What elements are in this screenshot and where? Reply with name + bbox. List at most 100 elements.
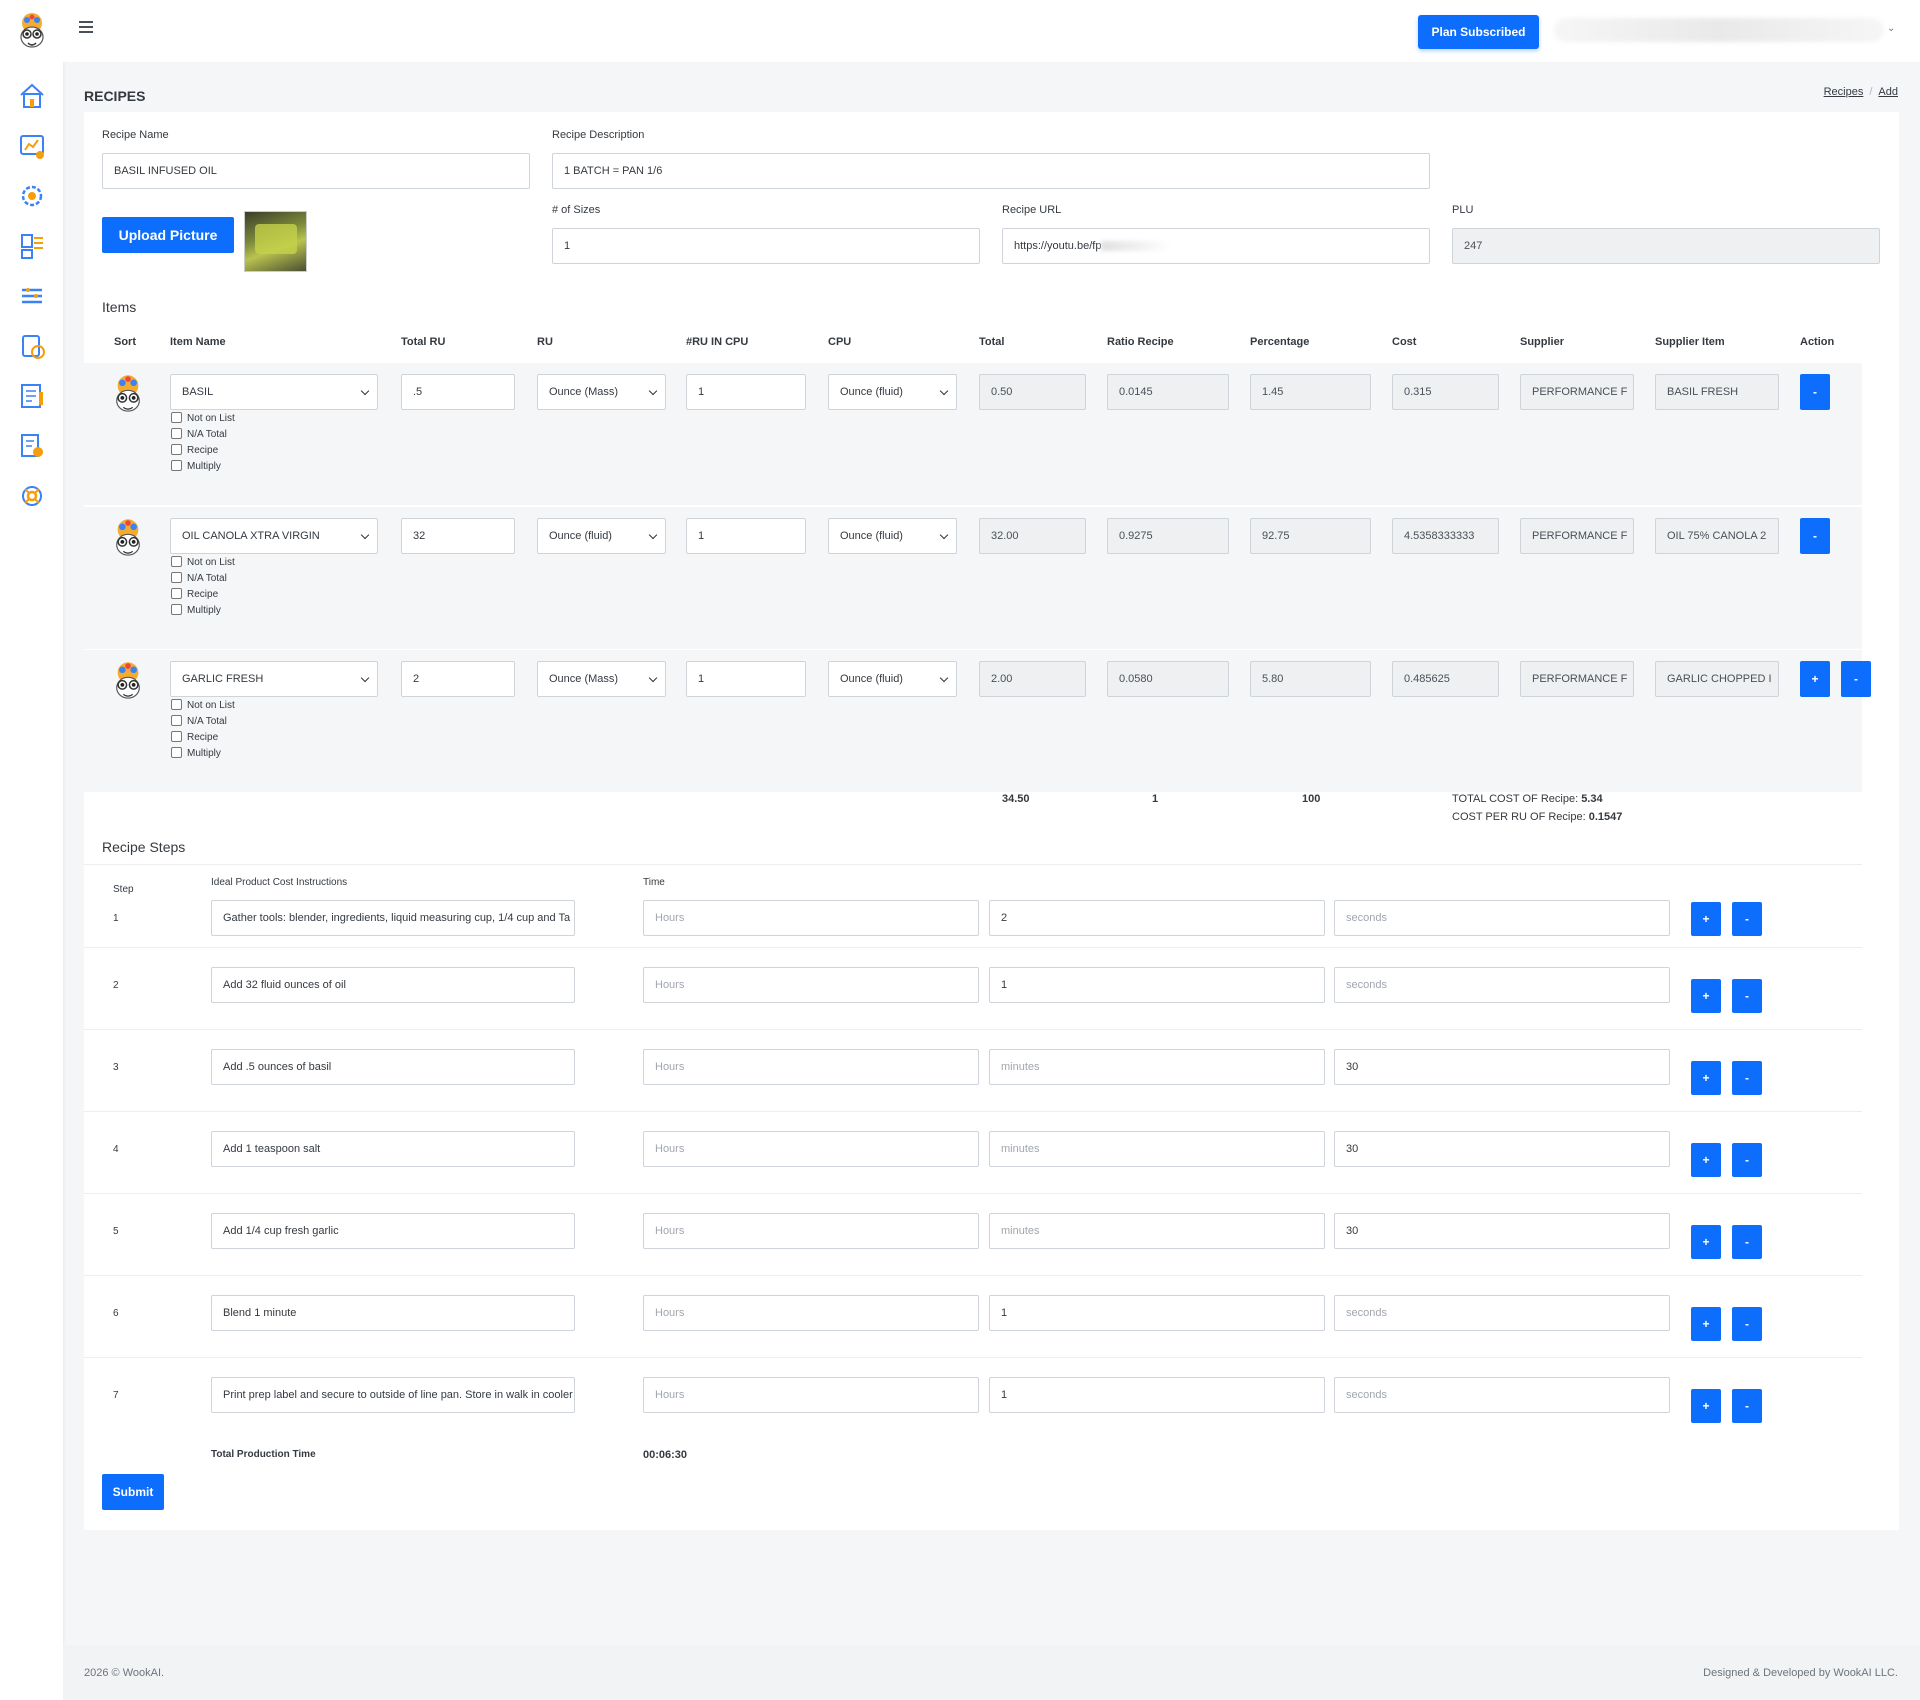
total-ru-input[interactable]: 2 xyxy=(401,661,515,697)
add-step-button[interactable]: + xyxy=(1691,902,1721,936)
minutes-input[interactable]: minutes xyxy=(989,1131,1325,1167)
minutes-input[interactable]: 1 xyxy=(989,967,1325,1003)
minutes-input[interactable]: 1 xyxy=(989,1295,1325,1331)
recipe-description-input[interactable]: 1 BATCH = PAN 1/6 xyxy=(552,153,1430,189)
total-ru-input[interactable]: .5 xyxy=(401,374,515,410)
remove-item-button[interactable]: - xyxy=(1841,661,1871,697)
add-step-button[interactable]: + xyxy=(1691,1389,1721,1423)
home-icon[interactable] xyxy=(16,80,48,112)
checkbox-icon[interactable] xyxy=(171,460,182,471)
add-step-button[interactable]: + xyxy=(1691,1061,1721,1095)
item-checkbox[interactable]: Recipe xyxy=(171,587,218,603)
ratio-recipe-field[interactable]: 0.0580 xyxy=(1107,661,1229,697)
recipes-icon[interactable] xyxy=(16,330,48,362)
upload-picture-button[interactable]: Upload Picture xyxy=(102,217,234,253)
percentage-field[interactable]: 1.45 xyxy=(1250,374,1371,410)
cost-field[interactable]: 4.5358333333 xyxy=(1392,518,1499,554)
remove-step-button[interactable]: - xyxy=(1732,1307,1762,1341)
ru-select[interactable]: Ounce (Mass) xyxy=(537,374,666,410)
settings-icon[interactable] xyxy=(16,180,48,212)
ru-in-cpu-input[interactable]: 1 xyxy=(686,661,806,697)
percentage-field[interactable]: 92.75 xyxy=(1250,518,1371,554)
cpu-select[interactable]: Ounce (fluid) xyxy=(828,374,957,410)
seconds-input[interactable]: 30 xyxy=(1334,1131,1670,1167)
checkbox-icon[interactable] xyxy=(171,604,182,615)
breadcrumb-recipes-link[interactable]: Recipes xyxy=(1824,86,1864,98)
hours-input[interactable]: Hours xyxy=(643,1049,979,1085)
supplier-item-field[interactable]: GARLIC CHOPPED I xyxy=(1655,661,1779,697)
remove-step-button[interactable]: - xyxy=(1732,1225,1762,1259)
minutes-input[interactable]: minutes xyxy=(989,1049,1325,1085)
checkbox-icon[interactable] xyxy=(171,747,182,758)
ru-select[interactable]: Ounce (fluid) xyxy=(537,518,666,554)
cost-field[interactable]: 0.485625 xyxy=(1392,661,1499,697)
item-name-select[interactable]: GARLIC FRESH xyxy=(170,661,378,697)
remove-step-button[interactable]: - xyxy=(1732,979,1762,1013)
step-instructions-input[interactable]: Add 32 fluid ounces of oil xyxy=(211,967,575,1003)
hours-input[interactable]: Hours xyxy=(643,967,979,1003)
add-step-button[interactable]: + xyxy=(1691,1307,1721,1341)
hamburger-menu-icon[interactable] xyxy=(79,21,93,33)
seconds-input[interactable]: seconds xyxy=(1334,900,1670,936)
hours-input[interactable]: Hours xyxy=(643,1131,979,1167)
breadcrumb-add-link[interactable]: Add xyxy=(1878,86,1898,98)
supplier-field[interactable]: PERFORMANCE F xyxy=(1520,374,1634,410)
checkbox-icon[interactable] xyxy=(171,715,182,726)
minutes-input[interactable]: 1 xyxy=(989,1377,1325,1413)
sizes-input[interactable]: 1 xyxy=(552,228,980,264)
supplier-field[interactable]: PERFORMANCE F xyxy=(1520,518,1634,554)
total-field[interactable]: 32.00 xyxy=(979,518,1086,554)
item-checkbox[interactable]: Not on List xyxy=(171,411,235,427)
submit-button[interactable]: Submit xyxy=(102,1474,164,1510)
item-checkbox[interactable]: Multiply xyxy=(171,603,221,619)
item-checkbox[interactable]: Not on List xyxy=(171,555,235,571)
add-step-button[interactable]: + xyxy=(1691,979,1721,1013)
remove-step-button[interactable]: - xyxy=(1732,902,1762,936)
checkbox-icon[interactable] xyxy=(171,699,182,710)
seconds-input[interactable]: seconds xyxy=(1334,1295,1670,1331)
checkbox-icon[interactable] xyxy=(171,444,182,455)
hours-input[interactable]: Hours xyxy=(643,1377,979,1413)
percentage-field[interactable]: 5.80 xyxy=(1250,661,1371,697)
remove-item-button[interactable]: - xyxy=(1800,374,1830,410)
user-menu[interactable] xyxy=(1554,18,1884,42)
wookai-logo-icon[interactable] xyxy=(15,12,49,52)
item-name-select[interactable]: OIL CANOLA XTRA VIRGIN xyxy=(170,518,378,554)
step-instructions-input[interactable]: Add .5 ounces of basil xyxy=(211,1049,575,1085)
item-checkbox[interactable]: Recipe xyxy=(171,730,218,746)
checkbox-icon[interactable] xyxy=(171,731,182,742)
add-item-button[interactable]: + xyxy=(1800,661,1830,697)
ru-in-cpu-input[interactable]: 1 xyxy=(686,374,806,410)
total-field[interactable]: 2.00 xyxy=(979,661,1086,697)
seconds-input[interactable]: seconds xyxy=(1334,967,1670,1003)
minutes-input[interactable]: 2 xyxy=(989,900,1325,936)
seconds-input[interactable]: 30 xyxy=(1334,1049,1670,1085)
seconds-input[interactable]: seconds xyxy=(1334,1377,1670,1413)
ru-in-cpu-input[interactable]: 1 xyxy=(686,518,806,554)
support-icon[interactable] xyxy=(16,480,48,512)
remove-step-button[interactable]: - xyxy=(1732,1389,1762,1423)
plu-input[interactable]: 247 xyxy=(1452,228,1880,264)
remove-step-button[interactable]: - xyxy=(1732,1061,1762,1095)
seconds-input[interactable]: 30 xyxy=(1334,1213,1670,1249)
recipe-url-input[interactable]: https://youtu.be/fp xyxy=(1002,228,1430,264)
add-step-button[interactable]: + xyxy=(1691,1143,1721,1177)
item-checkbox[interactable]: Multiply xyxy=(171,459,221,475)
plan-subscribed-button[interactable]: Plan Subscribed xyxy=(1418,15,1539,49)
hours-input[interactable]: Hours xyxy=(643,1213,979,1249)
menu-list-icon[interactable] xyxy=(16,280,48,312)
step-instructions-input[interactable]: Add 1/4 cup fresh garlic xyxy=(211,1213,575,1249)
ratio-recipe-field[interactable]: 0.0145 xyxy=(1107,374,1229,410)
add-step-button[interactable]: + xyxy=(1691,1225,1721,1259)
ratio-recipe-field[interactable]: 0.9275 xyxy=(1107,518,1229,554)
chevron-down-icon[interactable]: ⌄ xyxy=(1887,23,1895,34)
minutes-input[interactable]: minutes xyxy=(989,1213,1325,1249)
cpu-select[interactable]: Ounce (fluid) xyxy=(828,661,957,697)
cost-field[interactable]: 0.315 xyxy=(1392,374,1499,410)
checkbox-icon[interactable] xyxy=(171,412,182,423)
item-checkbox[interactable]: Recipe xyxy=(171,443,218,459)
cpu-select[interactable]: Ounce (fluid) xyxy=(828,518,957,554)
total-ru-input[interactable]: 32 xyxy=(401,518,515,554)
supplier-item-field[interactable]: OIL 75% CANOLA 2 xyxy=(1655,518,1779,554)
hours-input[interactable]: Hours xyxy=(643,900,979,936)
